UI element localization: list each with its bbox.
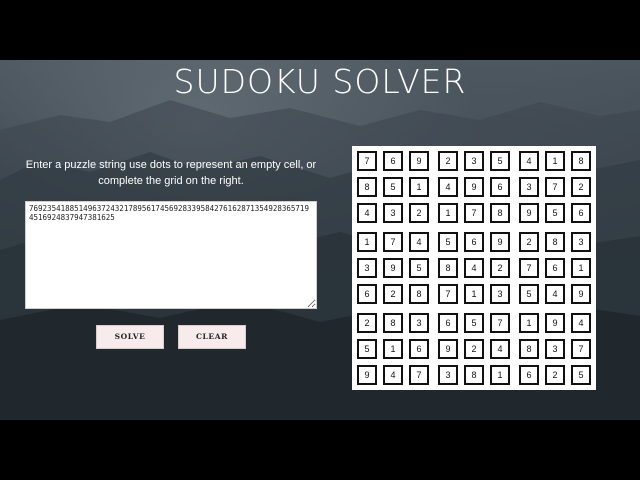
clear-button[interactable]: CLEAR	[178, 325, 246, 349]
sudoku-cell-r6c5[interactable]: 1	[464, 284, 484, 304]
sudoku-cell-r6c9[interactable]: 9	[571, 284, 591, 304]
sudoku-cell-r2c2[interactable]: 5	[383, 177, 403, 197]
sudoku-cell-r7c1[interactable]: 2	[357, 313, 377, 333]
sudoku-cell-r9c9[interactable]: 5	[571, 365, 591, 385]
sudoku-cell-r9c3[interactable]: 7	[409, 365, 429, 385]
sudoku-cell-r7c6[interactable]: 7	[490, 313, 510, 333]
sudoku-cell-r8c6[interactable]: 4	[490, 339, 510, 359]
page-title: SUDOKU SOLVER	[173, 62, 467, 101]
sudoku-cell-r9c5[interactable]: 8	[464, 365, 484, 385]
sudoku-cell-r6c4[interactable]: 7	[438, 284, 458, 304]
sudoku-cell-r6c2[interactable]: 2	[383, 284, 403, 304]
sudoku-cell-r9c6[interactable]: 1	[490, 365, 510, 385]
sudoku-cell-r1c2[interactable]: 6	[383, 151, 403, 171]
sudoku-cell-r2c1[interactable]: 8	[357, 177, 377, 197]
sudoku-cell-r4c4[interactable]: 5	[438, 232, 458, 252]
solve-button[interactable]: SOLVE	[96, 325, 164, 349]
sudoku-cell-r3c9[interactable]: 6	[571, 203, 591, 223]
sudoku-cell-r9c7[interactable]: 6	[519, 365, 539, 385]
sudoku-cell-r7c9[interactable]: 4	[571, 313, 591, 333]
sudoku-cell-r8c7[interactable]: 8	[519, 339, 539, 359]
sudoku-cell-r7c8[interactable]: 9	[545, 313, 565, 333]
sudoku-cell-r3c4[interactable]: 1	[438, 203, 458, 223]
sudoku-cell-r8c3[interactable]: 6	[409, 339, 429, 359]
sudoku-cell-r1c9[interactable]: 8	[571, 151, 591, 171]
sudoku-cell-r5c9[interactable]: 1	[571, 258, 591, 278]
sudoku-cell-r9c2[interactable]: 4	[383, 365, 403, 385]
sudoku-cell-r7c4[interactable]: 6	[438, 313, 458, 333]
sudoku-cell-r2c5[interactable]: 9	[464, 177, 484, 197]
sudoku-cell-r1c8[interactable]: 1	[545, 151, 565, 171]
sudoku-cell-r9c8[interactable]: 2	[545, 365, 565, 385]
sudoku-cell-r2c4[interactable]: 4	[438, 177, 458, 197]
sudoku-cell-r2c9[interactable]: 2	[571, 177, 591, 197]
sudoku-cell-r7c3[interactable]: 3	[409, 313, 429, 333]
sudoku-cell-r8c5[interactable]: 2	[464, 339, 484, 359]
sudoku-cell-r2c7[interactable]: 3	[519, 177, 539, 197]
sudoku-cell-r3c1[interactable]: 4	[357, 203, 377, 223]
sudoku-cell-r1c6[interactable]: 5	[490, 151, 510, 171]
sudoku-cell-r8c8[interactable]: 3	[545, 339, 565, 359]
sudoku-cell-r8c1[interactable]: 5	[357, 339, 377, 359]
letterbox-bottom	[0, 420, 640, 480]
sudoku-cell-r7c2[interactable]: 8	[383, 313, 403, 333]
sudoku-cell-r2c8[interactable]: 7	[545, 177, 565, 197]
sudoku-cell-r6c6[interactable]: 3	[490, 284, 510, 304]
sudoku-cell-r8c9[interactable]: 7	[571, 339, 591, 359]
sudoku-cell-r5c5[interactable]: 4	[464, 258, 484, 278]
sudoku-cell-r5c8[interactable]: 6	[545, 258, 565, 278]
sudoku-cell-r1c7[interactable]: 4	[519, 151, 539, 171]
sudoku-cell-r8c4[interactable]: 9	[438, 339, 458, 359]
sudoku-cell-r1c3[interactable]: 9	[409, 151, 429, 171]
sudoku-cell-r5c1[interactable]: 3	[357, 258, 377, 278]
sudoku-cell-r1c4[interactable]: 2	[438, 151, 458, 171]
sudoku-grid: 7692354188514963724321789561745692833958…	[352, 146, 596, 390]
sudoku-cell-r3c8[interactable]: 5	[545, 203, 565, 223]
sudoku-cell-r8c2[interactable]: 1	[383, 339, 403, 359]
sudoku-cell-r4c7[interactable]: 2	[519, 232, 539, 252]
sudoku-cell-r5c7[interactable]: 7	[519, 258, 539, 278]
sudoku-cell-r9c1[interactable]: 9	[357, 365, 377, 385]
sudoku-cell-r3c6[interactable]: 8	[490, 203, 510, 223]
sudoku-cell-r3c7[interactable]: 9	[519, 203, 539, 223]
sudoku-cell-r4c9[interactable]: 3	[571, 232, 591, 252]
sudoku-cell-r5c6[interactable]: 2	[490, 258, 510, 278]
sudoku-cell-r6c7[interactable]: 5	[519, 284, 539, 304]
instructions-text: Enter a puzzle string use dots to repres…	[25, 159, 317, 187]
sudoku-cell-r3c2[interactable]: 3	[383, 203, 403, 223]
sudoku-cell-r5c2[interactable]: 9	[383, 258, 403, 278]
sudoku-cell-r7c5[interactable]: 5	[464, 313, 484, 333]
letterbox-top	[0, 0, 640, 60]
sudoku-cell-r4c6[interactable]: 9	[490, 232, 510, 252]
sudoku-cell-r1c1[interactable]: 7	[357, 151, 377, 171]
sudoku-cell-r6c3[interactable]: 8	[409, 284, 429, 304]
sudoku-cell-r6c1[interactable]: 6	[357, 284, 377, 304]
sudoku-cell-r1c5[interactable]: 3	[464, 151, 484, 171]
sudoku-cell-r4c1[interactable]: 1	[357, 232, 377, 252]
sudoku-cell-r7c7[interactable]: 1	[519, 313, 539, 333]
sudoku-cell-r5c4[interactable]: 8	[438, 258, 458, 278]
sudoku-cell-r3c3[interactable]: 2	[409, 203, 429, 223]
sudoku-cell-r2c6[interactable]: 6	[490, 177, 510, 197]
sudoku-cell-r9c4[interactable]: 3	[438, 365, 458, 385]
sudoku-cell-r3c5[interactable]: 7	[464, 203, 484, 223]
sudoku-cell-r4c5[interactable]: 6	[464, 232, 484, 252]
puzzle-string-input[interactable]: 7692354188514963724321789561745692833958…	[25, 201, 317, 309]
sudoku-cell-r4c3[interactable]: 4	[409, 232, 429, 252]
sudoku-cell-r4c2[interactable]: 7	[383, 232, 403, 252]
sudoku-cell-r6c8[interactable]: 4	[545, 284, 565, 304]
sudoku-cell-r4c8[interactable]: 8	[545, 232, 565, 252]
sudoku-cell-r2c3[interactable]: 1	[409, 177, 429, 197]
sudoku-cell-r5c3[interactable]: 5	[409, 258, 429, 278]
